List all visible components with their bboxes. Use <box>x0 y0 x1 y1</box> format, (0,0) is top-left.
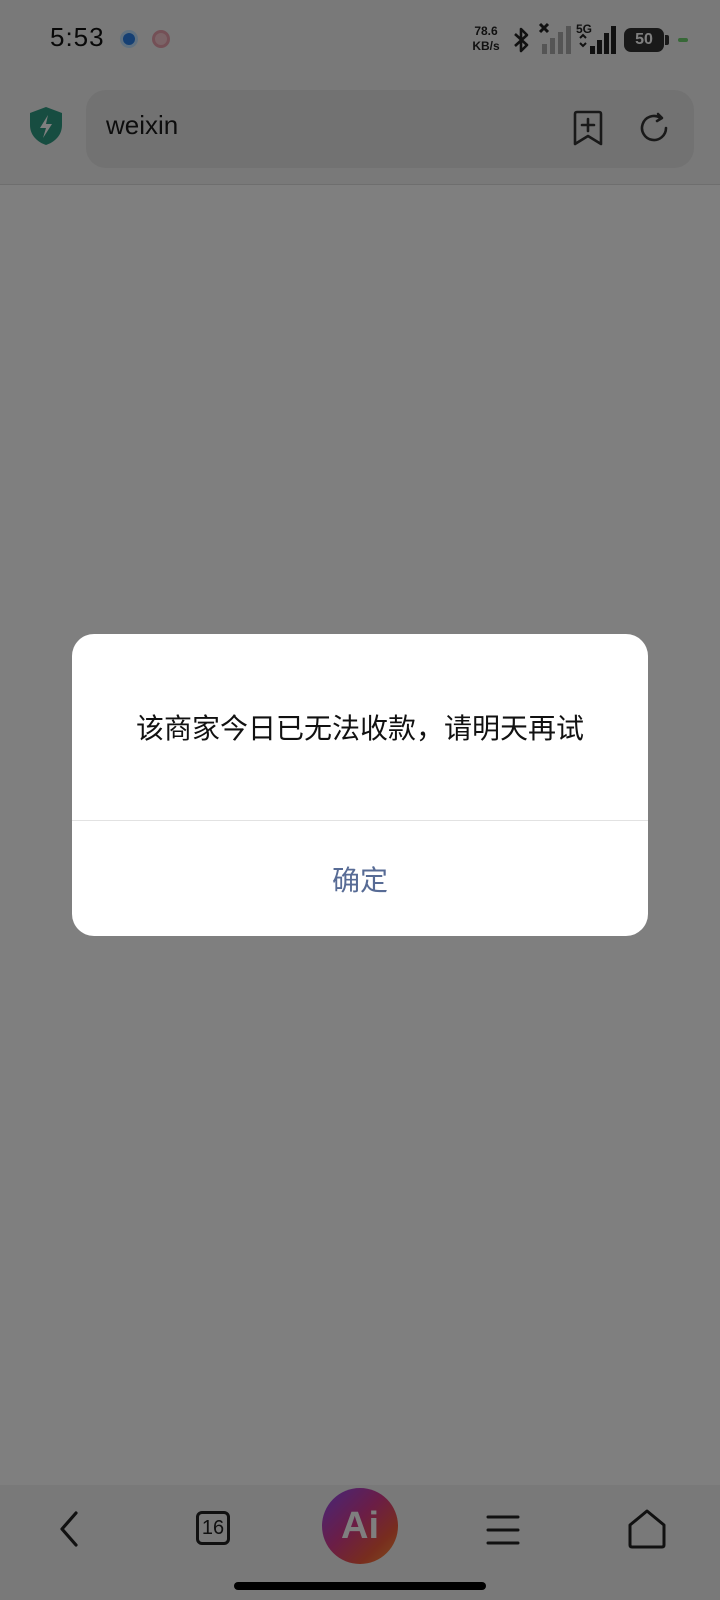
alert-dialog: 该商家今日已无法收款，请明天再试 确定 <box>72 634 648 936</box>
confirm-button[interactable]: 确定 <box>72 821 648 936</box>
dialog-message: 该商家今日已无法收款，请明天再试 <box>135 712 584 745</box>
